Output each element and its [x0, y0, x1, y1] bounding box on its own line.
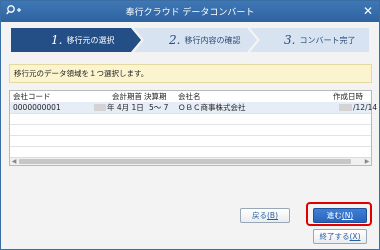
- data-area-grid[interactable]: 会社コード 会計期首 決算期 会社名 作成日時 0000000001 年 4月 …: [9, 90, 377, 166]
- back-button-key: (B): [267, 211, 278, 220]
- grid-line: [10, 135, 371, 136]
- back-button[interactable]: 戻る(B): [240, 208, 290, 223]
- redacted-year: [94, 104, 106, 111]
- step-2-number: 2.: [169, 33, 181, 47]
- grid-line: [10, 113, 371, 114]
- grid-header: 会社コード 会計期首 決算期 会社名 作成日時: [10, 91, 371, 102]
- step-3-label: コンバート完了: [299, 35, 356, 45]
- column-header-name[interactable]: 会社名: [178, 91, 201, 102]
- wizard-steps: 1. 移行元の選択 2. 移行内容の確認 3. コンバート完了: [11, 28, 369, 52]
- window-title: 奉行クラウド データコンバート: [125, 8, 255, 18]
- cell-name: ＯＢＣ商事株式会社: [178, 103, 246, 112]
- exit-button[interactable]: 終了する(X): [313, 229, 367, 244]
- next-button-label: 進む: [326, 211, 342, 220]
- scrollbar-thumb[interactable]: [19, 159, 351, 164]
- cell-start: 年 4月 1日: [107, 103, 144, 112]
- back-button-label: 戻る: [252, 211, 267, 220]
- column-header-code[interactable]: 会社コード: [13, 91, 51, 102]
- grid-line: [10, 146, 371, 147]
- cell-code: 0000000001: [13, 103, 61, 112]
- step-2-label: 移行内容の確認: [184, 35, 241, 45]
- cell-period: 5～ 7: [149, 103, 169, 112]
- column-header-period[interactable]: 決算期: [144, 91, 167, 102]
- dialog-window: 奉行クラウド データコンバート ✕ 1. 移行元の選択 2. 移行内容の確認 3…: [0, 0, 380, 250]
- column-header-created[interactable]: 作成日時: [333, 91, 363, 102]
- table-row[interactable]: 0000000001 年 4月 1日 5～ 7 ＯＢＣ商事株式会社 /12/14: [10, 102, 377, 113]
- scroll-right-icon[interactable]: ▶: [363, 158, 371, 165]
- horizontal-scrollbar[interactable]: ◀ ▶: [10, 157, 371, 165]
- grid-line: [10, 124, 371, 125]
- exit-button-key: (X): [349, 232, 361, 241]
- step-1: 1. 移行元の選択: [51, 28, 114, 52]
- step-1-number: 1.: [51, 33, 63, 47]
- exit-button-label: 終了する: [319, 232, 350, 241]
- next-button-key: (N): [341, 211, 354, 220]
- cell-created: /12/14: [353, 103, 378, 112]
- close-icon[interactable]: ✕: [363, 3, 373, 19]
- column-header-start[interactable]: 会計期首: [112, 91, 142, 102]
- redacted-created-year: [339, 104, 352, 111]
- step-3: 3. コンバート完了: [284, 28, 355, 52]
- next-button[interactable]: 進む(N): [313, 208, 367, 223]
- scroll-left-icon[interactable]: ◀: [10, 158, 18, 165]
- title-bar: 奉行クラウド データコンバート ✕: [1, 1, 379, 22]
- instruction-notice: 移行元のデータ領域を１つ選択します。: [9, 64, 372, 83]
- step-1-label: 移行元の選択: [66, 35, 115, 45]
- step-2: 2. 移行内容の確認: [169, 28, 240, 52]
- step-3-number: 3.: [284, 33, 296, 47]
